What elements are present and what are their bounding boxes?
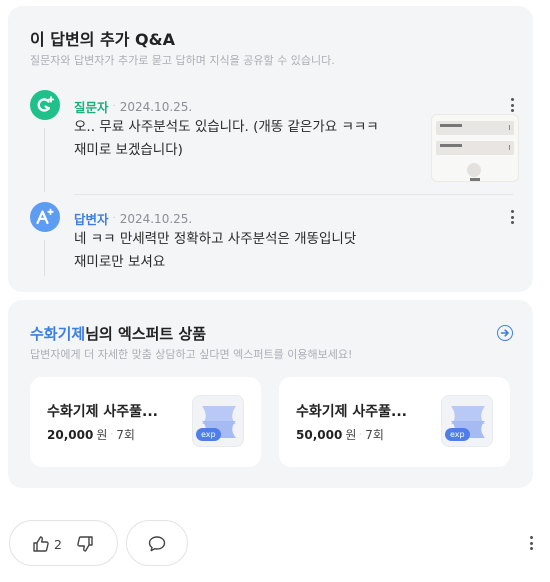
more-options-icon[interactable]	[505, 208, 519, 226]
product-info: 20,000 원 · 7회	[47, 426, 135, 443]
comment-button[interactable]	[126, 520, 188, 566]
separator-dot: ·	[110, 429, 114, 440]
qa-section-subtitle: 질문자와 답변자가 추가로 묻고 답하며 지식을 공유할 수 있습니다.	[30, 54, 335, 67]
expert-section-title: 수화기제님의 엑스퍼트 상품	[30, 323, 206, 344]
expert-name-link[interactable]: 수화기제	[30, 325, 85, 343]
dislike-button[interactable]	[76, 535, 94, 557]
product-count: 7회	[116, 428, 135, 442]
more-options-icon[interactable]	[528, 536, 534, 550]
like-count: 2	[54, 536, 62, 552]
price-unit: 원	[345, 428, 357, 442]
arrow-right-circle-icon[interactable]	[497, 325, 513, 341]
product-title: 수화기제 사주풀...	[296, 404, 407, 420]
thread-line	[44, 240, 45, 276]
exp-badge: exp	[196, 428, 221, 441]
product-info: 50,000 원 · 7회	[296, 426, 384, 443]
question-plus-icon	[30, 90, 60, 120]
qa-entry-answer: 답변자 · 2024.10.25. 네 ㅋㅋ 만세력만 정확하고 사주분석은 개…	[30, 202, 515, 282]
expert-product-image: exp	[441, 395, 493, 447]
thread-line	[44, 128, 45, 192]
expert-product-image: exp	[192, 395, 244, 447]
expert-product-card[interactable]: 수화기제 사주풀... 20,000 원 · 7회 exp	[30, 377, 261, 467]
separator-dot: ·	[359, 429, 363, 440]
expert-title-suffix: 님의 엑스퍼트 상품	[85, 325, 207, 343]
thumbnail-row	[436, 121, 514, 135]
product-title: 수화기제 사주풀...	[47, 404, 158, 420]
thumbnail-row	[436, 141, 514, 155]
share-icon	[467, 163, 481, 177]
thumbnail-count	[470, 178, 480, 181]
expert-section-subtitle: 답변자에게 더 자세한 맞춤 상담하고 싶다면 엑스퍼트를 이용해보세요!	[30, 348, 353, 361]
like-button[interactable]: 2	[32, 535, 62, 553]
qa-entry-question: 질문자 · 2024.10.25. 오.. 무료 사주분석도 있습니다. (개똥…	[30, 90, 519, 194]
entry-text: 네 ㅋㅋ 만세력만 정확하고 사주분석은 개똥입니닷 재미로만 보셔요	[74, 231, 357, 270]
entry-meta: 질문자 · 2024.10.25.	[74, 97, 192, 116]
exp-badge: exp	[445, 428, 470, 441]
reaction-pill: 2	[9, 520, 118, 566]
expert-products-section: 수화기제님의 엑스퍼트 상품 답변자에게 더 자세한 맞춤 상담하고 싶다면 엑…	[8, 300, 533, 488]
product-price: 20,000	[47, 427, 94, 442]
separator-dot: ·	[112, 213, 116, 224]
expert-product-card[interactable]: 수화기제 사주풀... 50,000 원 · 7회 exp	[279, 377, 510, 467]
answer-plus-icon	[30, 202, 60, 232]
author-label: 질문자	[74, 100, 109, 115]
comment-icon	[148, 536, 166, 552]
entry-divider	[74, 194, 513, 195]
entry-meta: 답변자 · 2024.10.25.	[74, 209, 192, 228]
entry-text: 오.. 무료 사주분석도 있습니다. (개똥 같은가요 ㅋㅋㅋ 재미로 보겠습니…	[74, 119, 379, 158]
price-unit: 원	[96, 428, 108, 442]
entry-date: 2024.10.25.	[119, 99, 193, 114]
qa-section-title: 이 답변의 추가 Q&A	[30, 30, 175, 49]
additional-qa-section: 이 답변의 추가 Q&A 질문자와 답변자가 추가로 묻고 답하며 지식을 공유…	[8, 6, 533, 292]
more-options-icon[interactable]	[505, 96, 519, 114]
thumbs-down-icon	[77, 536, 93, 552]
attachment-thumbnail[interactable]	[431, 114, 519, 182]
entry-date: 2024.10.25.	[119, 211, 193, 226]
author-label: 답변자	[74, 212, 109, 227]
product-count: 7회	[365, 428, 384, 442]
thumbs-up-icon	[33, 536, 49, 552]
separator-dot: ·	[112, 101, 116, 112]
product-price: 50,000	[296, 427, 343, 442]
